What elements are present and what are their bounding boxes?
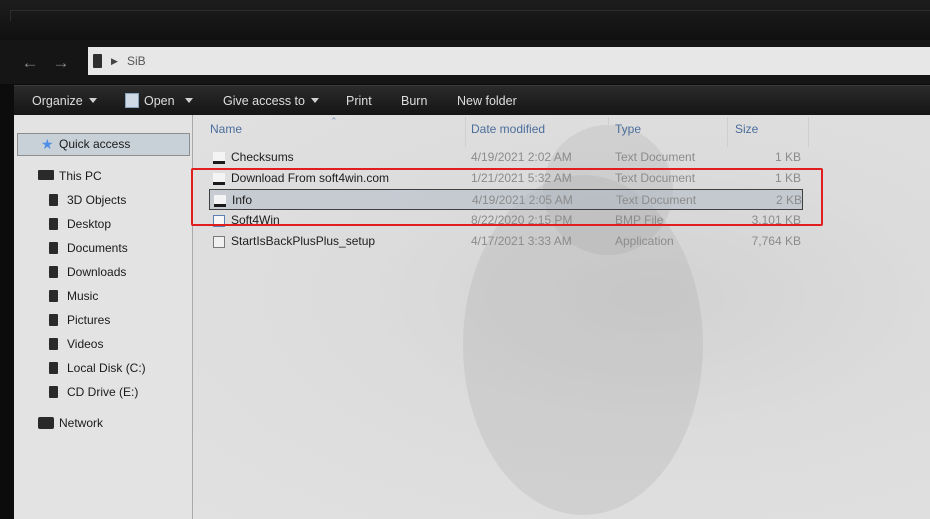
breadcrumb-chevron-icon[interactable]: ▶ (111, 54, 118, 68)
burn-button[interactable]: Burn (401, 93, 427, 109)
open-label: Open (144, 94, 175, 108)
sidebar-item-label: Pictures (67, 313, 111, 327)
sidebar-item-label: Local Disk (C:) (67, 361, 146, 375)
sidebar-item-label: Documents (67, 241, 128, 255)
organize-label: Organize (32, 94, 83, 108)
column-divider[interactable] (808, 117, 809, 147)
folder-icon (49, 314, 58, 326)
file-date: 4/19/2021 2:02 AM (471, 150, 572, 164)
open-button[interactable]: Open (125, 93, 193, 109)
file-size: 1 KB (774, 150, 801, 164)
chevron-down-icon (184, 98, 193, 103)
application-icon (213, 236, 225, 248)
drive-icon (93, 54, 102, 68)
column-header-size[interactable]: Size (735, 121, 758, 137)
breadcrumb[interactable]: SiB (127, 54, 146, 68)
quick-access-label[interactable]: Quick access (59, 133, 130, 155)
file-name: Checksums (231, 150, 294, 164)
column-divider[interactable] (465, 117, 466, 147)
back-arrow-icon[interactable]: ← (20, 54, 40, 72)
star-icon: ★ (41, 136, 54, 152)
give-access-button[interactable]: Give access to (223, 93, 319, 109)
folder-icon (49, 290, 58, 302)
folder-icon (49, 338, 58, 350)
forward-arrow-icon[interactable]: → (51, 54, 71, 72)
notepad-icon (125, 93, 139, 108)
file-date: 4/17/2021 3:33 AM (471, 234, 572, 248)
computer-icon (38, 170, 54, 180)
file-name: StartIsBackPlusPlus_setup (231, 234, 376, 248)
sidebar-item-label: Downloads (67, 265, 127, 279)
address-input[interactable]: ▶ SiB (88, 47, 930, 75)
chevron-down-icon (88, 98, 97, 103)
folder-icon (49, 218, 58, 230)
file-row-checksums[interactable]: Checksums 4/19/2021 2:02 AM Text Documen… (209, 147, 803, 168)
sidebar-item-this-pc[interactable]: This PC (59, 165, 102, 187)
new-folder-button[interactable]: New folder (457, 93, 517, 109)
sidebar-item-label: Desktop (67, 217, 112, 231)
sidebar-item-label: Music (67, 289, 99, 303)
network-icon (38, 417, 54, 429)
sort-up-icon: ⌃ (330, 116, 338, 126)
highlight-annotation-box (191, 168, 823, 226)
folder-icon (49, 242, 58, 254)
file-row-startisback-setup[interactable]: StartIsBackPlusPlus_setup 4/17/2021 3:33… (209, 231, 803, 252)
column-divider[interactable] (727, 117, 728, 147)
organize-button[interactable]: Organize (32, 93, 97, 109)
column-header-name[interactable]: Name (210, 121, 242, 137)
sidebar-item-label: 3D Objects (67, 193, 127, 207)
window-frame-top (0, 0, 930, 40)
cd-drive-icon (49, 386, 58, 398)
folder-icon (49, 194, 58, 206)
text-file-icon (213, 152, 225, 164)
file-type: Text Document (615, 150, 696, 164)
chevron-down-icon (310, 98, 319, 103)
print-button[interactable]: Print (346, 93, 372, 109)
drive-icon (49, 362, 58, 374)
column-header-type[interactable]: Type (615, 121, 641, 137)
give-access-label: Give access to (223, 94, 305, 108)
column-header-date-modified[interactable]: Date modified (471, 121, 545, 137)
column-divider[interactable] (608, 117, 609, 147)
folder-icon (49, 266, 58, 278)
sidebar-item-label: CD Drive (E:) (67, 385, 139, 399)
sidebar-item-label: Videos (67, 337, 104, 351)
command-bar: Organize Open Give access to Print Burn … (14, 85, 930, 116)
file-size: 7,764 KB (751, 234, 801, 248)
file-type: Application (615, 234, 674, 248)
navigation-pane: ★ Quick access This PC 3D Objects Deskto… (14, 115, 192, 519)
sidebar-item-network[interactable]: Network (59, 412, 103, 434)
